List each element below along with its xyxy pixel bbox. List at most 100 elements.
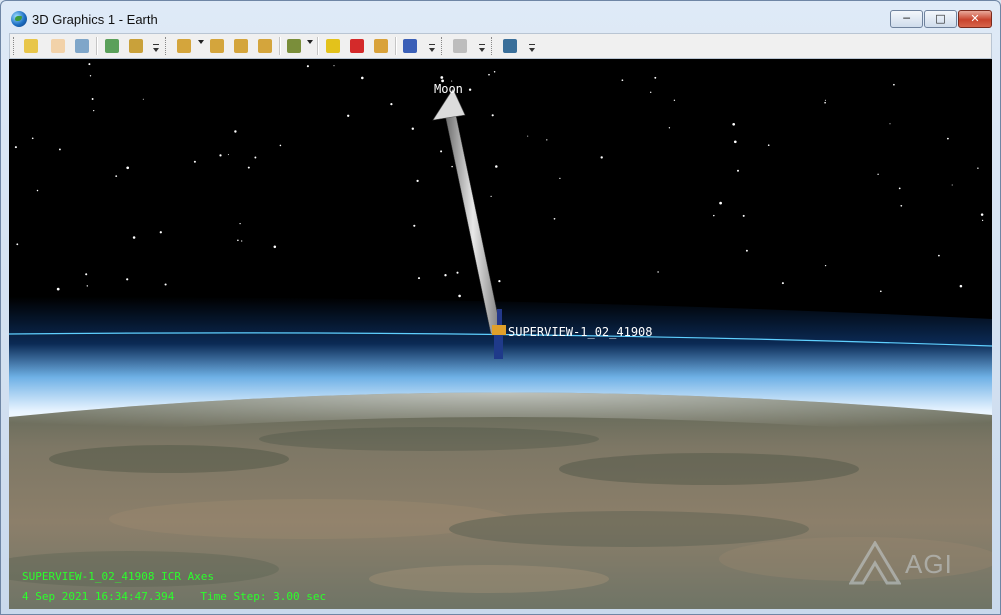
measure-button[interactable] (323, 36, 343, 56)
aircraft-view-dropdown[interactable] (307, 40, 313, 44)
toolbar-grip[interactable] (441, 37, 445, 55)
view-top-icon (258, 39, 272, 53)
star (14, 146, 17, 149)
snapshot-button[interactable] (126, 36, 146, 56)
title-bar[interactable]: 3D Graphics 1 - Earth ─ □ ✕ (1, 1, 1000, 33)
star (91, 98, 94, 100)
star (126, 278, 129, 281)
star (468, 88, 472, 91)
toolbar-overflow-button[interactable] (478, 44, 486, 55)
zoom-button[interactable] (72, 36, 92, 56)
star (668, 127, 671, 129)
minimize-button[interactable]: ─ (890, 10, 923, 28)
star (824, 99, 826, 101)
star (413, 224, 416, 227)
3d-viewport[interactable]: Moon SUPERVIEW-1_02_41908 SUPERVIEW-1_02… (9, 59, 992, 609)
star (877, 173, 879, 176)
star (347, 114, 350, 117)
star (88, 63, 91, 66)
star (495, 165, 498, 168)
star (959, 284, 963, 288)
star (553, 217, 556, 220)
maximize-button[interactable]: □ (924, 10, 957, 28)
hud-datetime: 4 Sep 2021 16:34:47.394 (22, 590, 175, 603)
star (947, 137, 949, 140)
toolbar-overflow-button[interactable] (428, 44, 436, 55)
star (719, 201, 722, 205)
star (781, 282, 784, 285)
close-button[interactable]: ✕ (958, 10, 992, 28)
view-from-to-button[interactable] (102, 36, 122, 56)
star (89, 75, 92, 77)
record-button[interactable] (450, 36, 470, 56)
snapshot-icon (129, 39, 143, 53)
star (193, 160, 196, 163)
toolbar-overflow-button[interactable] (528, 44, 536, 55)
view-top-button[interactable] (255, 36, 275, 56)
star (488, 73, 490, 76)
home-view-button[interactable] (174, 36, 194, 56)
star (498, 279, 501, 283)
toolbar-overflow-button[interactable] (152, 44, 160, 55)
star (273, 245, 277, 249)
home-view-dropdown[interactable] (198, 40, 204, 44)
star (546, 139, 548, 141)
aircraft-view-button[interactable] (284, 36, 304, 56)
view-from-to-icon (105, 39, 119, 53)
star (737, 169, 739, 172)
star (657, 271, 659, 273)
star (390, 103, 393, 106)
star (247, 166, 250, 169)
moon-label: Moon (434, 82, 463, 96)
home-view-icon (177, 39, 191, 53)
star (440, 76, 444, 79)
earth-globe-button[interactable] (500, 36, 520, 56)
star-field (14, 63, 984, 298)
view-north-button[interactable] (207, 36, 227, 56)
star (981, 219, 984, 222)
hud-time-step: Time Step: 3.00 sec (200, 590, 327, 603)
star (417, 277, 421, 280)
star (493, 71, 496, 73)
distance-ruler-icon (374, 39, 388, 53)
annotate-button[interactable] (347, 36, 367, 56)
agi-logo: AGI (849, 541, 979, 587)
star (219, 154, 222, 157)
star (234, 130, 237, 133)
star (733, 140, 737, 144)
earth-globe-icon (503, 39, 517, 53)
star (451, 165, 453, 168)
toolbar-grip[interactable] (165, 37, 169, 55)
star (115, 175, 118, 177)
annotate-pencil-icon (350, 39, 364, 53)
toolbar-separator (96, 37, 98, 55)
star (456, 271, 459, 274)
star (159, 231, 162, 234)
satellite-label[interactable]: SUPERVIEW-1_02_41908 (508, 325, 653, 339)
toolbar-grip[interactable] (13, 37, 17, 55)
star (745, 249, 748, 252)
hud-time-readout: 4 Sep 2021 16:34:47.394 Time Step: 3.00 s… (22, 590, 326, 603)
star (824, 101, 826, 104)
star (732, 122, 736, 126)
toolbar-separator (317, 37, 319, 55)
toolbar-grip[interactable] (491, 37, 495, 55)
star (279, 144, 282, 147)
star (254, 156, 257, 159)
orbit-view-button[interactable] (231, 36, 251, 56)
main-window: 3D Graphics 1 - Earth ─ □ ✕ Moon SUPERVI… (0, 0, 1001, 615)
star (85, 273, 88, 276)
star (889, 123, 891, 125)
pan-button[interactable] (48, 36, 68, 56)
star (713, 214, 715, 217)
star (239, 222, 241, 225)
globe-settings-button[interactable] (400, 36, 420, 56)
properties-button[interactable] (21, 36, 41, 56)
measure-pencil-icon (326, 39, 340, 53)
star (86, 285, 89, 287)
star (31, 137, 34, 140)
agi-logo-text: AGI (905, 549, 953, 579)
hud-axes-label: SUPERVIEW-1_02_41908 ICR Axes (22, 570, 215, 583)
distance-button[interactable] (371, 36, 391, 56)
star (306, 65, 309, 68)
